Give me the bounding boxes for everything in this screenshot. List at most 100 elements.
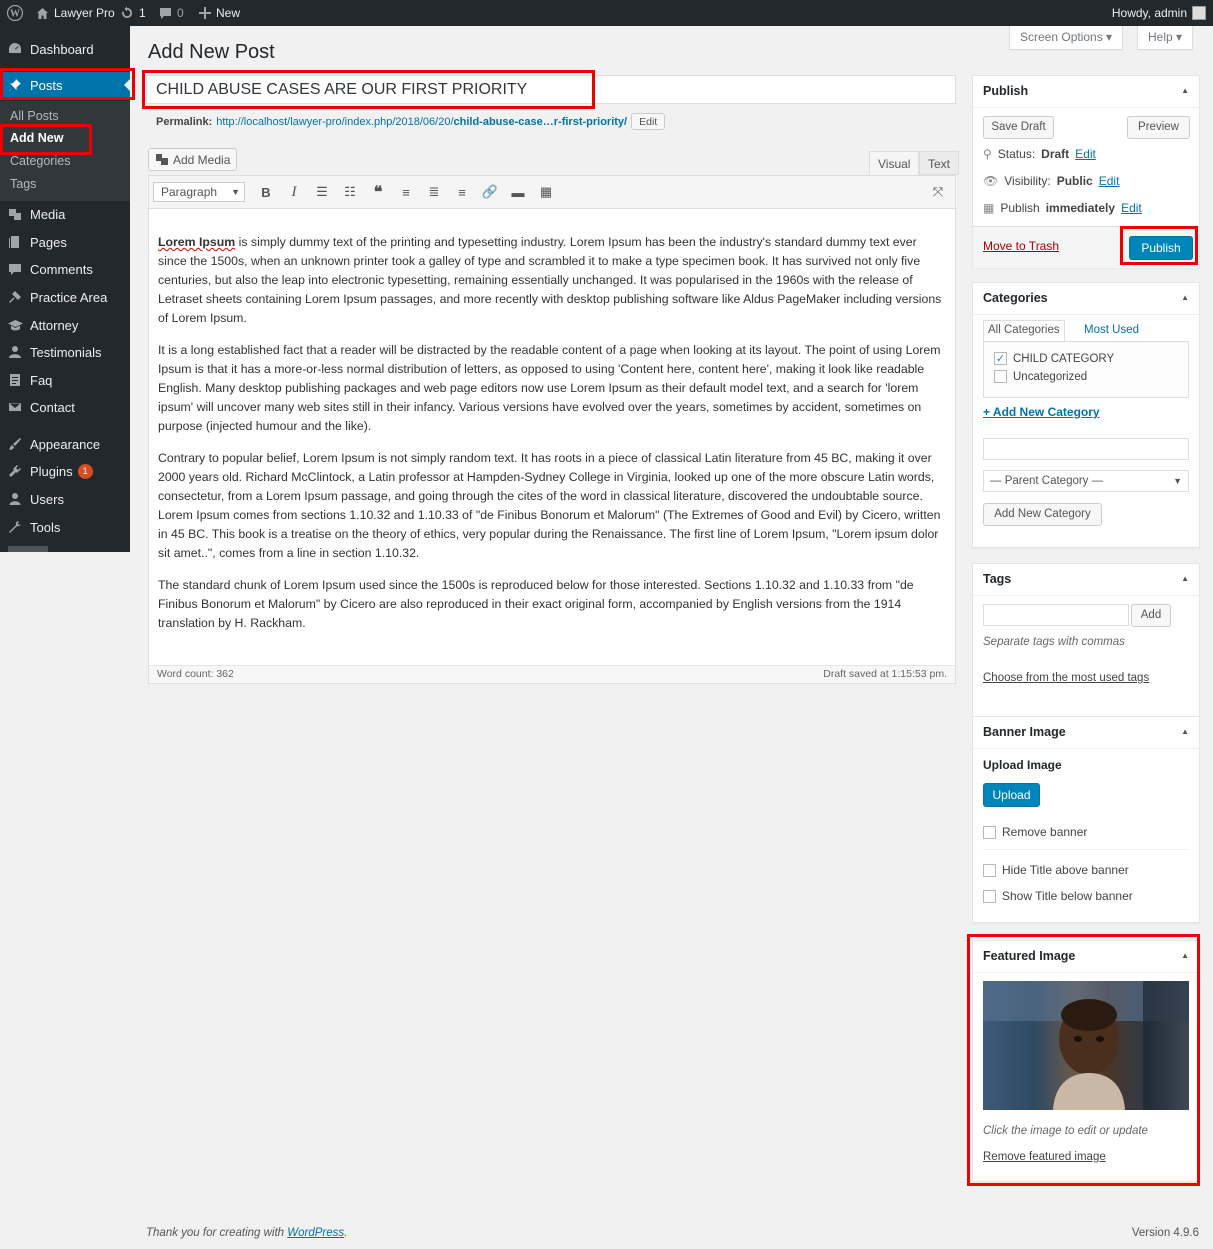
bullet-list-icon[interactable]: ☰ bbox=[309, 180, 335, 204]
align-left-icon[interactable]: ≡ bbox=[393, 180, 419, 204]
category-item[interactable]: Uncategorized bbox=[994, 370, 1087, 383]
choose-most-used-tags-link[interactable]: Choose from the most used tags bbox=[983, 672, 1149, 684]
tab-most-used[interactable]: Most Used bbox=[1084, 324, 1139, 336]
upload-button[interactable]: Upload bbox=[983, 783, 1040, 807]
new-content-link[interactable]: New bbox=[199, 0, 240, 26]
collapse-arrow-icon[interactable]: ▲ bbox=[1181, 941, 1189, 971]
featured-box-header[interactable]: Featured Image ▲ bbox=[973, 941, 1199, 973]
publish-button[interactable]: Publish bbox=[1129, 236, 1193, 260]
categories-box-header[interactable]: Categories ▲ bbox=[973, 283, 1199, 315]
editor-content[interactable]: Lorem Ipsum is simply dummy text of the … bbox=[149, 209, 955, 633]
italic-icon[interactable]: I bbox=[281, 180, 307, 204]
menu-media[interactable]: Media bbox=[0, 201, 130, 227]
blockquote-icon[interactable]: ❝ bbox=[365, 180, 391, 204]
toolbar-toggle-icon[interactable]: ▦ bbox=[533, 180, 559, 204]
move-to-trash-link[interactable]: Move to Trash bbox=[983, 239, 1059, 253]
menu-label: Dashboard bbox=[30, 41, 94, 57]
permalink-link[interactable]: http://localhost/lawyer-pro/index.php/20… bbox=[216, 116, 627, 128]
menu-plugins[interactable]: Plugins 1 bbox=[0, 458, 130, 484]
tab-text[interactable]: Text bbox=[919, 151, 960, 175]
add-media-button[interactable]: Add Media bbox=[148, 148, 238, 171]
wordpress-link[interactable]: WordPress bbox=[287, 1227, 344, 1239]
status-value: Draft bbox=[1041, 147, 1070, 161]
featured-image-box: Featured Image ▲ Click the image to edit … bbox=[972, 940, 1200, 1182]
submenu-add-new[interactable]: Add New bbox=[10, 131, 63, 145]
menu-tools[interactable]: Tools bbox=[0, 514, 130, 540]
post-title-input[interactable]: CHILD ABUSE CASES ARE OUR FIRST PRIORITY bbox=[146, 75, 956, 104]
menu-attorney[interactable]: Attorney bbox=[0, 312, 130, 338]
menu-contact[interactable]: Contact bbox=[0, 394, 130, 420]
menu-users[interactable]: Users bbox=[0, 486, 130, 512]
menu-label: Contact bbox=[30, 399, 75, 415]
checkbox-icon[interactable] bbox=[994, 370, 1007, 383]
fullscreen-icon[interactable]: ⤧ bbox=[925, 180, 951, 204]
menu-faq[interactable]: Faq bbox=[0, 367, 130, 393]
parent-category-select[interactable]: — Parent Category — ▼ bbox=[983, 470, 1189, 492]
checkbox-icon[interactable] bbox=[983, 889, 996, 903]
hide-title-option[interactable]: Hide Title above banner bbox=[983, 863, 1129, 877]
account-menu[interactable]: Howdy, admin bbox=[1112, 0, 1206, 26]
collapse-arrow-icon[interactable]: ▲ bbox=[1181, 283, 1189, 313]
menu-posts[interactable]: Posts bbox=[0, 72, 130, 98]
footer-thanks: Thank you for creating with WordPress. bbox=[146, 1227, 347, 1239]
footer-thanks-text: Thank you for creating with bbox=[146, 1227, 288, 1239]
checkbox-icon[interactable] bbox=[983, 825, 996, 839]
tag-input[interactable] bbox=[983, 604, 1129, 626]
site-name-link[interactable]: Lawyer Pro bbox=[36, 0, 115, 26]
collapse-arrow-icon[interactable]: ▲ bbox=[1181, 564, 1189, 594]
plugin-icon bbox=[0, 464, 30, 478]
users-icon bbox=[0, 345, 30, 359]
read-more-icon[interactable]: ▬ bbox=[505, 180, 531, 204]
screen-options-button[interactable]: Screen Options ▾ bbox=[1009, 26, 1124, 50]
permalink-edit-button[interactable]: Edit bbox=[631, 113, 666, 130]
status-edit-link[interactable]: Edit bbox=[1075, 147, 1096, 161]
align-center-icon[interactable]: ≣ bbox=[421, 180, 447, 204]
align-right-icon[interactable]: ≡ bbox=[449, 180, 475, 204]
publish-box-header[interactable]: Publish ▲ bbox=[973, 76, 1199, 108]
add-new-category-link[interactable]: + Add New Category bbox=[983, 405, 1100, 419]
featured-title: Featured Image bbox=[983, 949, 1076, 963]
help-button[interactable]: Help ▾ bbox=[1137, 26, 1194, 50]
preview-button[interactable]: Preview bbox=[1127, 116, 1190, 139]
submenu-tags[interactable]: Tags bbox=[10, 177, 36, 191]
menu-comments[interactable]: Comments bbox=[0, 256, 130, 282]
tab-all-categories[interactable]: All Categories bbox=[983, 320, 1065, 342]
new-category-input[interactable] bbox=[983, 438, 1189, 460]
menu-appearance[interactable]: Appearance bbox=[0, 431, 130, 457]
menu-testimonials[interactable]: Testimonials bbox=[0, 339, 130, 365]
bold-icon[interactable]: B bbox=[253, 180, 279, 204]
add-new-category-button[interactable]: Add New Category bbox=[983, 503, 1102, 526]
menu-pages[interactable]: Pages bbox=[0, 229, 130, 255]
submenu-all-posts[interactable]: All Posts bbox=[10, 109, 59, 123]
save-draft-button[interactable]: Save Draft bbox=[983, 116, 1054, 139]
paragraph-lead: Lorem Ipsum bbox=[158, 235, 236, 249]
numbered-list-icon[interactable]: ☷ bbox=[337, 180, 363, 204]
remove-featured-image-link[interactable]: Remove featured image bbox=[983, 1151, 1106, 1163]
wordpress-logo-icon[interactable]: W bbox=[7, 0, 23, 26]
menu-label: Posts bbox=[30, 77, 63, 93]
link-icon[interactable]: 🔗 bbox=[477, 180, 503, 204]
menu-settings-partial[interactable] bbox=[8, 546, 48, 552]
banner-box-header[interactable]: Banner Image ▲ bbox=[973, 717, 1199, 749]
tab-visual[interactable]: Visual bbox=[869, 151, 920, 175]
menu-practice-area[interactable]: Practice Area bbox=[0, 284, 130, 310]
add-tag-button[interactable]: Add bbox=[1131, 604, 1171, 627]
remove-banner-option[interactable]: Remove banner bbox=[983, 825, 1087, 839]
category-item[interactable]: ✓ CHILD CATEGORY bbox=[994, 352, 1114, 365]
updates-link[interactable]: 1 bbox=[120, 0, 146, 26]
submenu-categories[interactable]: Categories bbox=[10, 154, 70, 168]
collapse-arrow-icon[interactable]: ▲ bbox=[1181, 76, 1189, 106]
checkbox-icon[interactable] bbox=[983, 863, 996, 877]
avatar bbox=[1192, 6, 1206, 20]
visibility-edit-link[interactable]: Edit bbox=[1099, 174, 1120, 188]
format-select[interactable]: Paragraph ▼ bbox=[153, 182, 245, 202]
featured-image-thumbnail[interactable] bbox=[983, 981, 1189, 1110]
collapse-arrow-icon[interactable]: ▲ bbox=[1181, 717, 1189, 747]
show-title-option[interactable]: Show Title below banner bbox=[983, 889, 1133, 903]
comments-link[interactable]: 0 bbox=[159, 0, 184, 26]
paragraph-4: The standard chunk of Lorem Ipsum used s… bbox=[158, 578, 914, 630]
checkbox-checked-icon[interactable]: ✓ bbox=[994, 352, 1007, 365]
tags-box-header[interactable]: Tags ▲ bbox=[973, 564, 1199, 596]
schedule-edit-link[interactable]: Edit bbox=[1121, 201, 1142, 215]
menu-dashboard[interactable]: Dashboard bbox=[0, 36, 130, 62]
